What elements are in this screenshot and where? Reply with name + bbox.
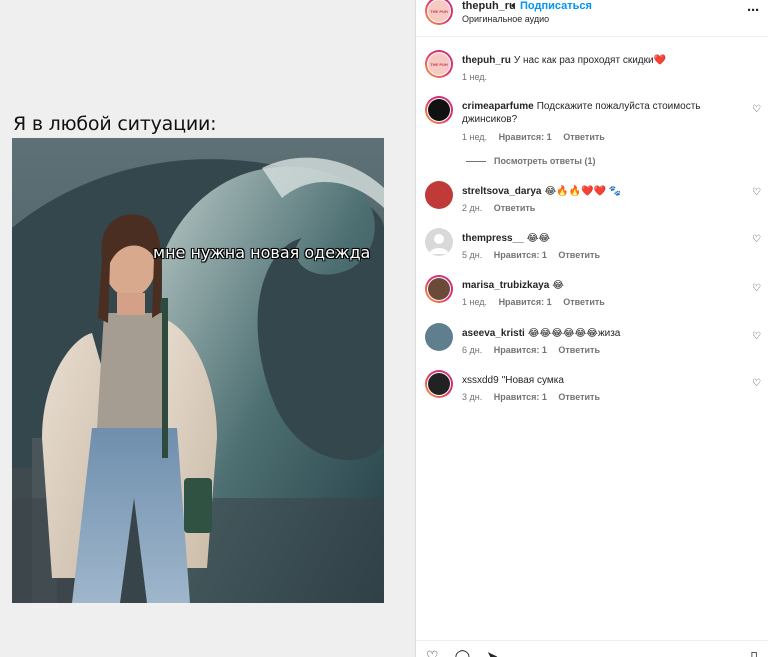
follow-button[interactable]: Подписаться (520, 0, 592, 12)
heart-outline-icon[interactable]: ♡ (752, 234, 761, 245)
bookmark-icon[interactable]: ▯ (750, 648, 758, 657)
heart-outline-icon[interactable]: ♡ (752, 378, 761, 389)
likes-count[interactable]: Нравится: 1 (499, 297, 552, 307)
avatar[interactable] (425, 96, 453, 124)
comments-panel: THE PUH thepuh_ru • Подписаться Оригинал… (415, 0, 768, 657)
avatar[interactable] (425, 275, 453, 303)
avatar[interactable] (425, 228, 453, 256)
heart-outline-icon[interactable]: ♡ (752, 331, 761, 342)
comment-text: 😂😂 (526, 233, 551, 244)
audio-label[interactable]: Оригинальное аудио (462, 14, 549, 24)
heart-outline-icon[interactable]: ♡ (426, 648, 439, 657)
comment-username[interactable]: thempress__ (462, 233, 524, 244)
likes-count[interactable]: Нравится: 1 (499, 132, 552, 142)
comment-username[interactable]: aseeva_kristi (462, 328, 525, 339)
likes-count[interactable]: Нравится: 1 (494, 392, 547, 402)
heart-outline-icon[interactable]: ♡ (752, 187, 761, 198)
account-avatar[interactable]: THE PUH (425, 0, 453, 25)
comment-meta: 1 нед. (462, 72, 496, 82)
brand-logo: THE PUH (428, 0, 450, 22)
view-replies-label: Посмотреть ответы (1) (494, 156, 596, 166)
account-username[interactable]: thepuh_ru (462, 0, 516, 12)
avatar[interactable] (425, 323, 453, 351)
comment-meta: 1 нед. Нравится: 1 Ответить (462, 297, 614, 307)
comment-time[interactable]: 3 дн. (462, 392, 482, 402)
comment-meta: 2 дн. Ответить (462, 203, 544, 213)
meme-caption: Я в любой ситуации: (13, 113, 217, 135)
heart-outline-icon[interactable]: ♡ (752, 283, 761, 294)
comment-icon[interactable]: ◯ (455, 648, 471, 657)
comment-username[interactable]: crimeaparfume (462, 101, 534, 112)
avatar[interactable] (425, 181, 453, 209)
post-actions: ♡ ◯ ➤ (426, 648, 498, 657)
comment-meta: 6 дн. Нравится: 1 Ответить (462, 345, 609, 355)
comment-meta: 1 нед. Нравится: 1 Ответить (462, 132, 614, 142)
comment-time[interactable]: 1 нед. (462, 297, 487, 307)
comment-username[interactable]: streltsova_darya (462, 186, 542, 197)
view-replies-button[interactable]: Посмотреть ответы (1) (466, 156, 595, 166)
comment-text: "Новая сумка (501, 375, 564, 386)
share-icon[interactable]: ➤ (486, 648, 498, 657)
comment-time[interactable]: 1 нед. (462, 72, 487, 82)
post-image[interactable]: мне нужна новая одежда (12, 138, 384, 603)
reply-button[interactable]: Ответить (558, 250, 600, 260)
comment-text: 😂 (552, 280, 564, 291)
reply-button[interactable]: Ответить (563, 297, 605, 307)
comment-meta: 5 дн. Нравится: 1 Ответить (462, 250, 609, 260)
comment-meta: 3 дн. Нравится: 1 Ответить (462, 392, 609, 402)
post-header: THE PUH thepuh_ru • Подписаться Оригинал… (416, 0, 768, 37)
overlay-caption: мне нужна новая одежда (153, 243, 371, 262)
reply-button[interactable]: Ответить (563, 132, 605, 142)
post-photo (12, 138, 384, 603)
avatar[interactable]: THE PUH (425, 50, 453, 78)
reply-button[interactable]: Ответить (494, 203, 536, 213)
avatar[interactable] (425, 370, 453, 398)
replies-line (466, 160, 486, 162)
reply-button[interactable]: Ответить (558, 392, 600, 402)
comment-username[interactable]: thepuh_ru (462, 55, 511, 66)
separator-dot: • (511, 0, 515, 12)
comment-text: 😂🔥🔥❤️❤️ 🐾 (544, 186, 622, 197)
heart-emoji: ❤️ (653, 55, 667, 66)
likes-count[interactable]: Нравится: 1 (494, 250, 547, 260)
comment-time[interactable]: 5 дн. (462, 250, 482, 260)
reply-button[interactable]: Ответить (558, 345, 600, 355)
default-avatar-icon (429, 234, 449, 254)
comment-text: 😂😂😂😂😂😂жиза (527, 328, 621, 339)
comment-username[interactable]: xssxdd9 (462, 375, 499, 386)
media-pane: Я в любой ситуации: мне нужна новая одеж… (0, 0, 415, 657)
likes-count[interactable]: Нравится: 1 (494, 345, 547, 355)
comment-username[interactable]: marisa_trubizkaya (462, 280, 549, 291)
actions-divider (416, 640, 768, 641)
comment-text: У нас как раз проходят скидки (513, 55, 654, 66)
comment-time[interactable]: 6 дн. (462, 345, 482, 355)
comment-time[interactable]: 2 дн. (462, 203, 482, 213)
heart-outline-icon[interactable]: ♡ (752, 104, 761, 115)
brand-logo: THE PUH (428, 53, 450, 75)
comment-time[interactable]: 1 нед. (462, 132, 487, 142)
more-horizontal-icon[interactable]: ··· (747, 2, 760, 19)
